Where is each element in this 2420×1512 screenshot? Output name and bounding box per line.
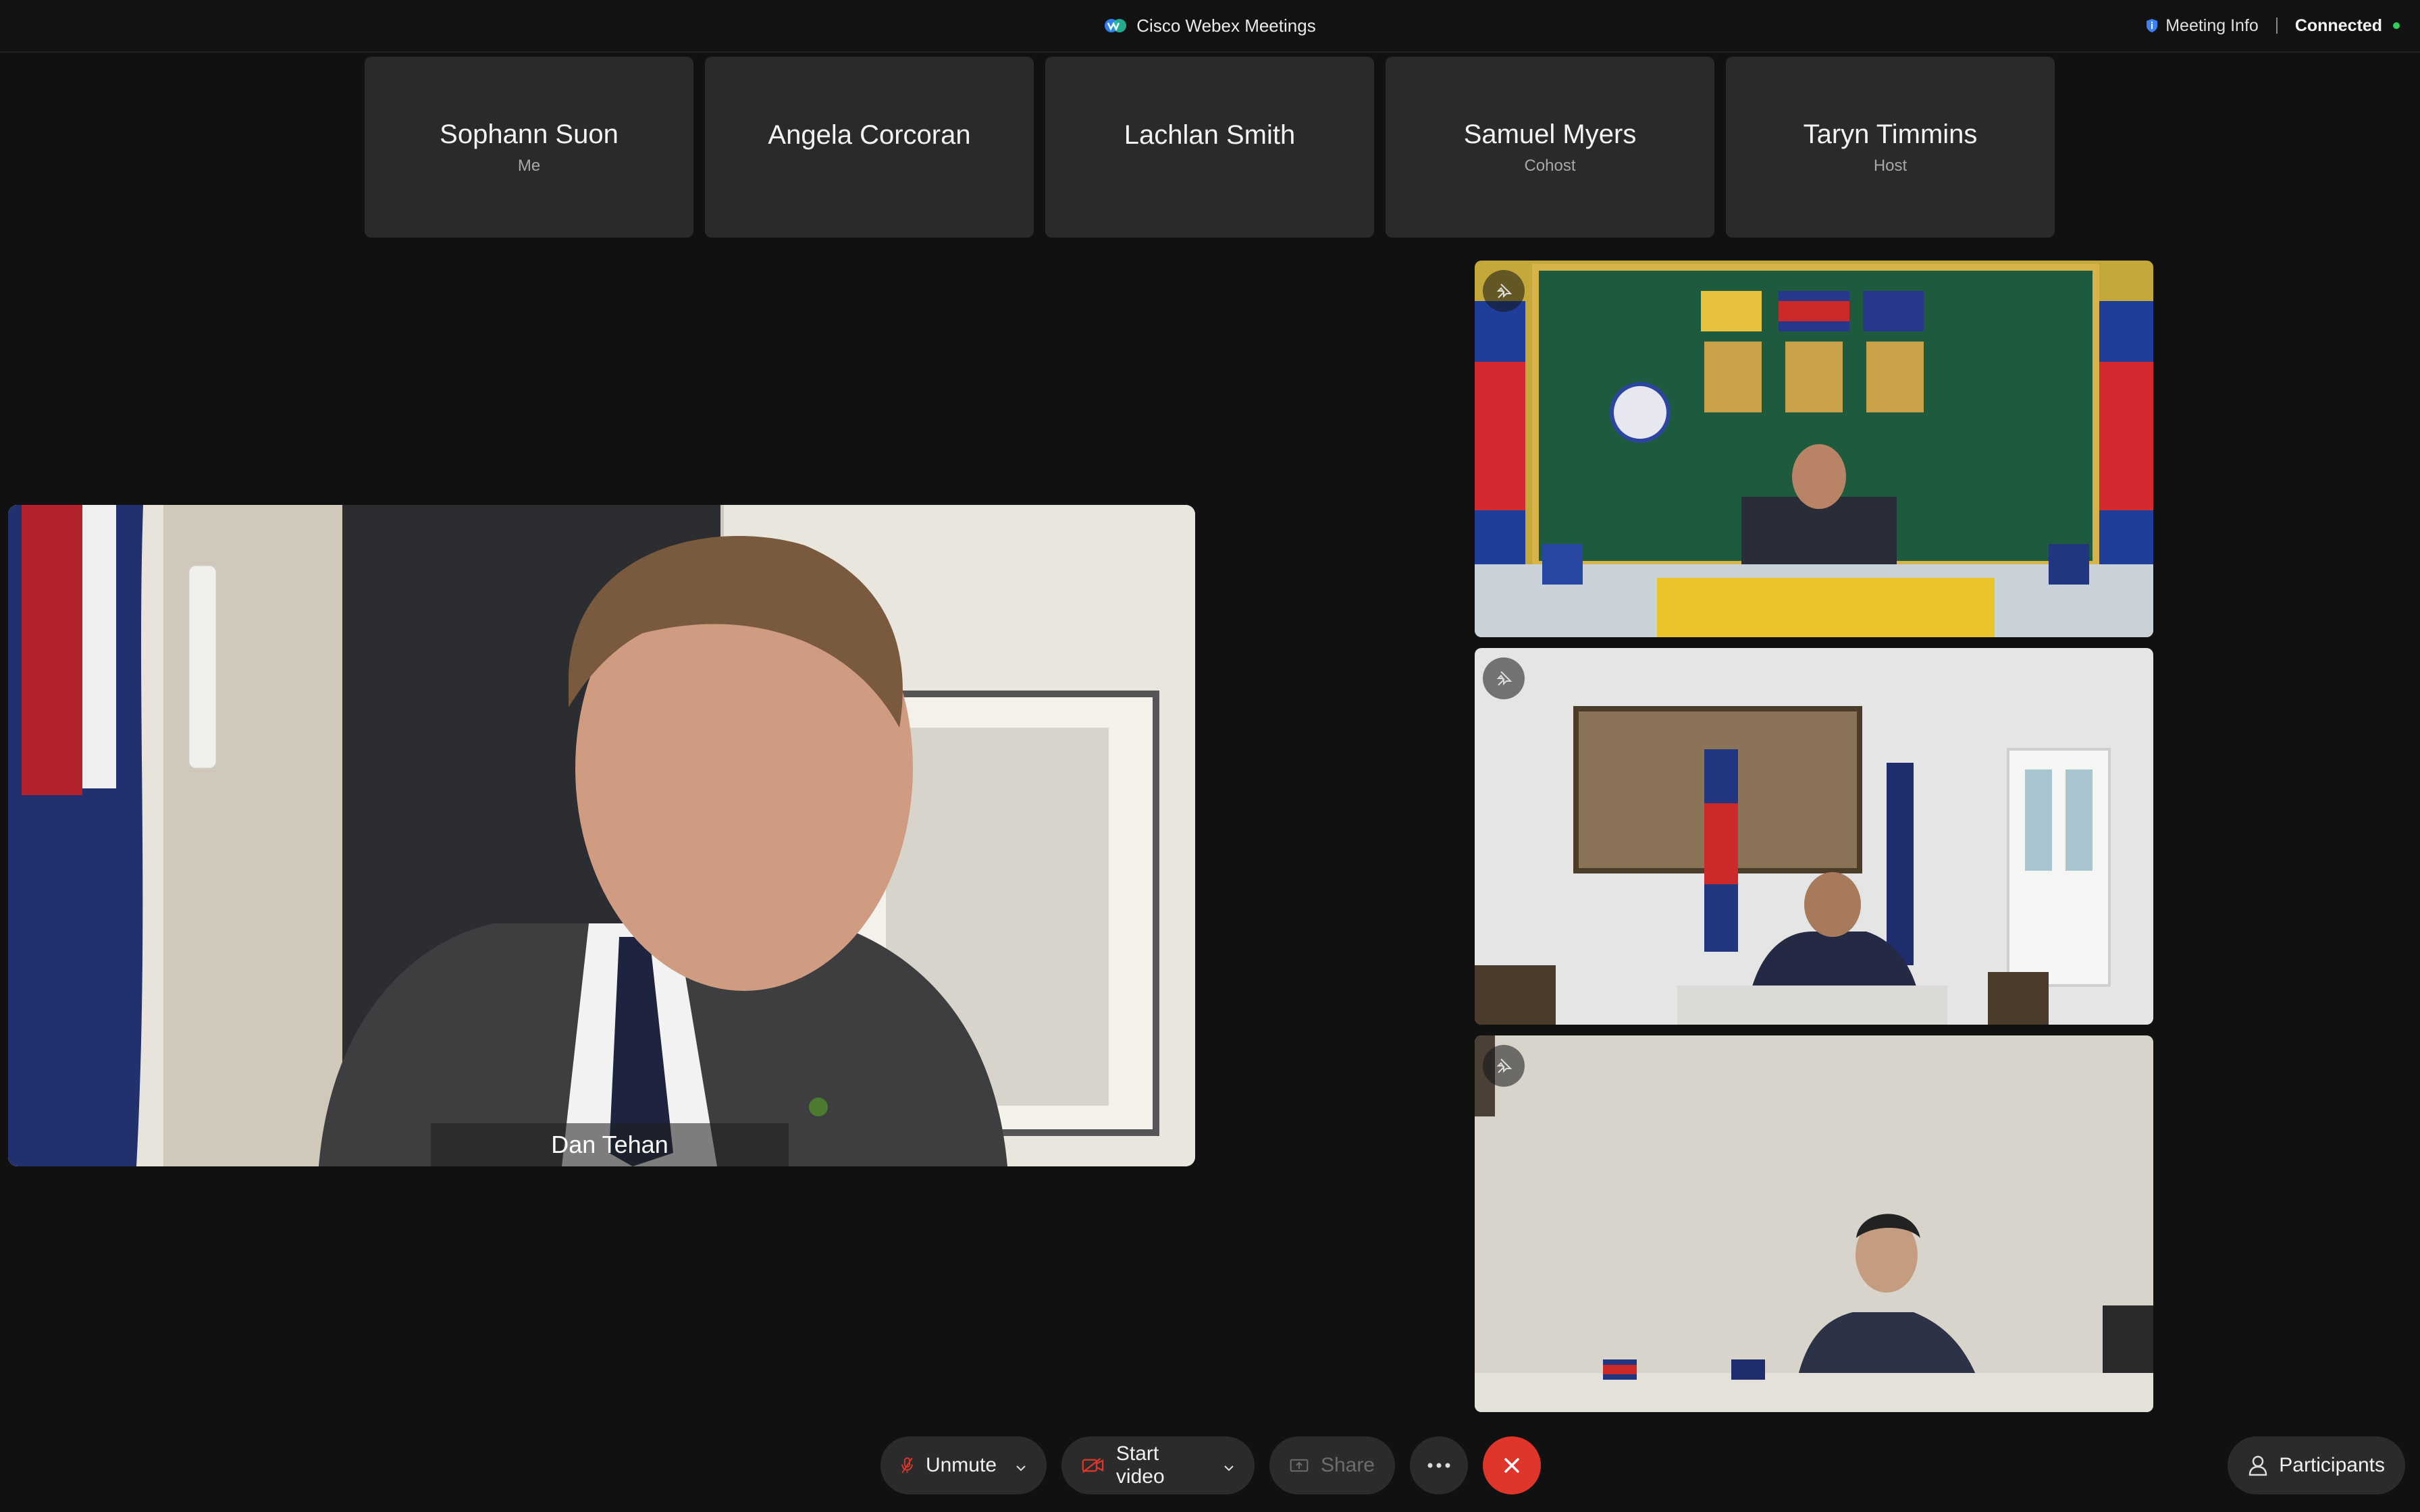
pin-icon: [1496, 671, 1512, 686]
pin-button[interactable]: [1483, 657, 1525, 699]
meeting-controls: Unmute Start video Share: [880, 1436, 1541, 1494]
microphone-muted-icon: [901, 1457, 913, 1474]
participant-name: Sophann Suon: [440, 119, 619, 149]
share-label: Share: [1320, 1454, 1375, 1476]
meeting-info-label: Meeting Info: [2165, 16, 2259, 35]
app-title: Cisco Webex Meetings: [1136, 15, 1316, 36]
unmute-button[interactable]: Unmute: [880, 1436, 1047, 1494]
speaker-name-label: Dan Tehan: [431, 1123, 789, 1166]
participant-name: Samuel Myers: [1463, 119, 1637, 149]
participant-video-feed: [1475, 1035, 2153, 1412]
active-speaker-video[interactable]: Dan Tehan: [8, 505, 1195, 1166]
participant-role: Me: [517, 156, 541, 175]
start-video-button[interactable]: Start video: [1061, 1436, 1255, 1494]
title-bar: Cisco Webex Meetings Meeting Info Connec…: [0, 0, 2420, 53]
start-video-label: Start video: [1115, 1442, 1165, 1488]
pin-button[interactable]: [1483, 270, 1525, 312]
chevron-down-icon[interactable]: [1016, 1454, 1026, 1477]
participant-tile[interactable]: Angela Corcoran: [705, 57, 1034, 238]
participant-tile[interactable]: Sophann Suon Me: [365, 57, 693, 238]
webex-logo-icon: [1105, 19, 1127, 32]
connection-status: Connected: [2295, 16, 2400, 36]
person-icon: [2248, 1455, 2267, 1476]
participant-name: Taryn Timmins: [1803, 119, 1978, 149]
app-title-group: Cisco Webex Meetings: [0, 0, 2420, 51]
participants-label: Participants: [2279, 1454, 2385, 1476]
pin-icon: [1496, 284, 1512, 298]
more-options-button[interactable]: [1410, 1436, 1468, 1494]
more-dots-icon: [1427, 1463, 1450, 1468]
status-area: Meeting Info Connected: [2145, 0, 2400, 51]
share-button[interactable]: Share: [1269, 1436, 1395, 1494]
chevron-down-icon[interactable]: [1224, 1454, 1234, 1477]
participant-tile[interactable]: Taryn Timmins Host: [1726, 57, 2055, 238]
unmute-label: Unmute: [925, 1454, 997, 1476]
meeting-info-button[interactable]: Meeting Info: [2145, 16, 2259, 36]
participant-video[interactable]: [1475, 261, 2153, 637]
participant-video[interactable]: [1475, 1035, 2153, 1412]
participant-tile[interactable]: Lachlan Smith: [1045, 57, 1374, 238]
participant-tile[interactable]: Samuel Myers Cohost: [1386, 57, 1714, 238]
participants-button[interactable]: Participants: [2228, 1436, 2405, 1494]
participant-video-feed: [1475, 261, 2153, 637]
pin-icon: [1496, 1058, 1512, 1073]
connection-dot-icon: [2393, 22, 2400, 29]
participant-role: Cohost: [1524, 156, 1576, 175]
share-screen-icon: [1290, 1459, 1309, 1472]
pin-button[interactable]: [1483, 1045, 1525, 1087]
participant-video[interactable]: [1475, 648, 2153, 1025]
connection-status-label: Connected: [2294, 16, 2382, 35]
leave-meeting-button[interactable]: [1483, 1436, 1541, 1494]
participant-strip: Sophann Suon Me Angela Corcoran Lachlan …: [365, 57, 2055, 238]
participant-name: Lachlan Smith: [1124, 119, 1296, 150]
speaker-video-feed: [8, 505, 1195, 1166]
close-icon: [1504, 1458, 1519, 1473]
participant-role: Host: [1873, 156, 1908, 175]
shield-info-icon: [2147, 19, 2158, 32]
participant-video-feed: [1475, 648, 2153, 1025]
status-divider: [2276, 18, 2278, 34]
participant-name: Angela Corcoran: [768, 119, 971, 150]
video-off-icon: [1082, 1458, 1104, 1473]
